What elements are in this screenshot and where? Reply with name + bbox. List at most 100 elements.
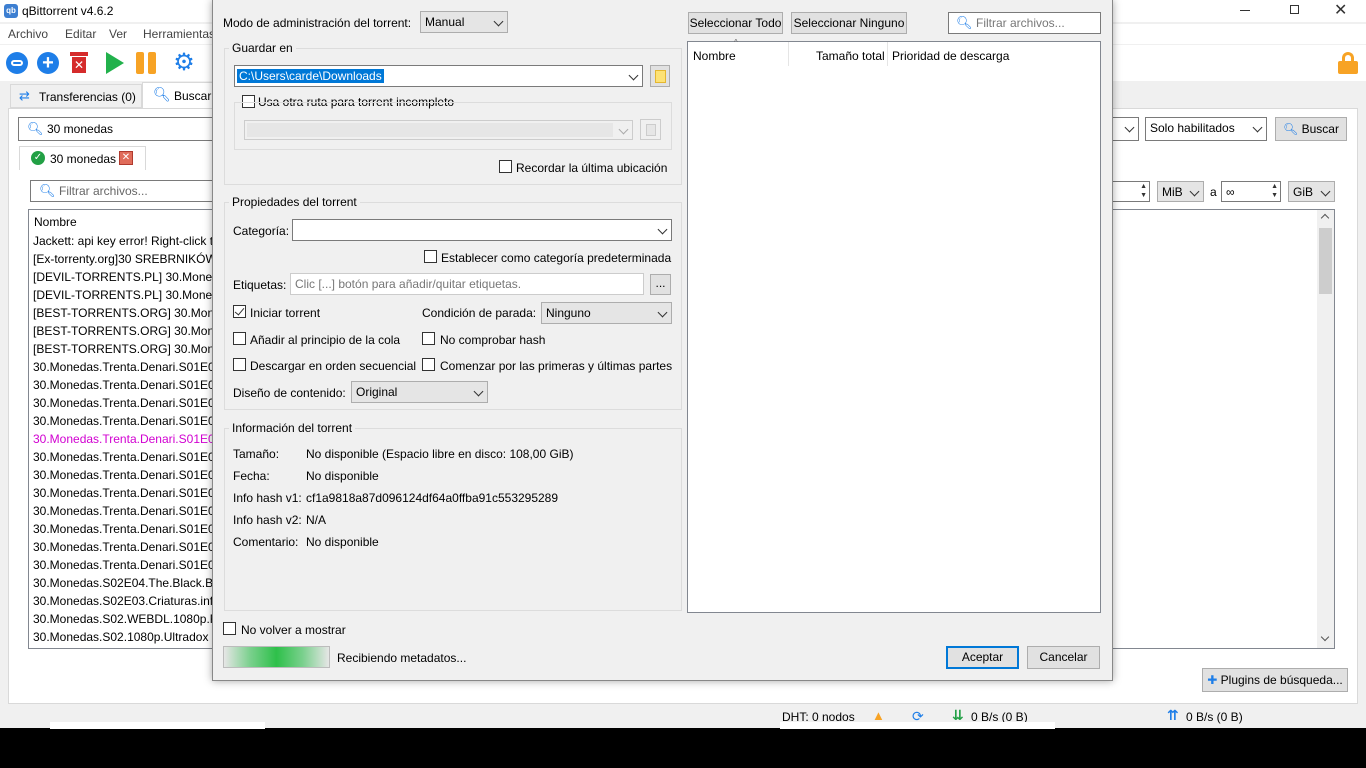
size-unit-max-select[interactable]: GiB: [1288, 181, 1335, 202]
result-row[interactable]: [BEST-TORRENTS.ORG] 30.Monedas: [33, 322, 213, 340]
stop-condition-label: Condición de parada:: [422, 306, 537, 320]
minimize-icon[interactable]: [1240, 10, 1250, 11]
column-header-name[interactable]: Nombre: [34, 215, 77, 229]
tab-search[interactable]: 🔍︎ Buscar: [142, 82, 214, 109]
skip-hash-checkbox[interactable]: [422, 332, 435, 345]
search-button[interactable]: 🔍︎ Buscar: [1275, 117, 1347, 141]
results-filter-input[interactable]: 🔍︎ Filtrar archivos...: [30, 180, 218, 202]
result-row[interactable]: 30.Monedas.Trenta.Denari.S01E04.: [33, 466, 213, 484]
results-scrollbar[interactable]: [1317, 210, 1334, 648]
select-none-button[interactable]: Seleccionar Ninguno: [791, 12, 907, 34]
search-plugins-button[interactable]: ✚ Plugins de búsqueda...: [1202, 668, 1348, 692]
incomplete-browse-button[interactable]: [640, 119, 661, 140]
lock-icon[interactable]: [1338, 52, 1358, 74]
result-tab[interactable]: ✓ 30 monedas ✕: [19, 146, 146, 170]
menu-ver[interactable]: Ver: [109, 27, 127, 41]
category-select[interactable]: [1110, 117, 1139, 141]
accept-button[interactable]: Aceptar: [946, 646, 1019, 669]
size-unit-min-select[interactable]: MiB: [1157, 181, 1204, 202]
menu-herramientas[interactable]: Herramientas: [143, 27, 215, 41]
column-header-name[interactable]: Nombre: [693, 49, 736, 63]
result-row[interactable]: Jackett: api key error! Right-click th: [33, 232, 213, 250]
spin-arrows-icon[interactable]: ▲ ▼: [1271, 182, 1278, 200]
result-row[interactable]: 30.Monedas.Trenta.Denari.S01E03.: [33, 502, 213, 520]
edit-tags-button[interactable]: ...: [650, 274, 671, 295]
result-row[interactable]: 30.Monedas.S02E03.Criaturas.infer: [33, 592, 213, 610]
info-date-key: Fecha:: [233, 469, 270, 483]
result-row[interactable]: 30.Monedas.S02E04.The.Black.Boo: [33, 574, 213, 592]
result-row[interactable]: 30.Monedas.Trenta.Denari.S01E06.: [33, 412, 213, 430]
result-row[interactable]: 30.Monedas.S02.1080p.Ultradox: [33, 628, 213, 646]
alt-speed-icon[interactable]: ▲: [872, 708, 885, 723]
files-table[interactable]: Nombre ^ Tamaño total Prioridad de desca…: [687, 38, 1101, 613]
search-icon: 🔍︎: [1283, 122, 1299, 136]
dont-show-again-checkbox[interactable]: [223, 622, 236, 635]
menu-editar[interactable]: Editar: [65, 27, 96, 41]
size-min-input[interactable]: ▲ ▼: [1110, 181, 1150, 202]
result-row[interactable]: [BEST-TORRENTS.ORG] 30.Monedas: [33, 304, 213, 322]
result-row[interactable]: 30.Monedas.Trenta.Denari.S01E03.: [33, 484, 213, 502]
scroll-thumb[interactable]: [1319, 228, 1332, 294]
management-mode-label: Modo de administración del torrent:: [223, 16, 412, 30]
files-filter-input[interactable]: 🔍︎ Filtrar archivos...: [948, 12, 1101, 34]
app-logo-icon: qb: [4, 4, 18, 18]
scroll-down-icon[interactable]: [1320, 632, 1330, 642]
column-header-size[interactable]: Tamaño total: [816, 49, 885, 63]
cancel-button[interactable]: Cancelar: [1027, 646, 1100, 669]
column-divider: [788, 42, 789, 66]
result-row[interactable]: [DEVIL-TORRENTS.PL] 30.Monedas: [33, 286, 213, 304]
close-tab-icon[interactable]: ✕: [119, 151, 133, 165]
delete-icon[interactable]: ✕: [68, 52, 90, 74]
first-last-checkbox[interactable]: [422, 358, 435, 371]
result-row[interactable]: 30.Monedas.Trenta.Denari.S01E06.: [33, 430, 213, 448]
result-row[interactable]: 30.Monedas.Trenta.Denari.S01E07.: [33, 376, 213, 394]
result-row[interactable]: [BEST-TORRENTS.ORG] 30.Monedas: [33, 340, 213, 358]
tags-input[interactable]: Clic [...] botón para añadir/quitar etiq…: [290, 273, 644, 295]
result-row[interactable]: [Ex-torrenty.org]30 SREBRNIKÓW -: [33, 250, 213, 268]
result-row[interactable]: 30.Monedas.Trenta.Denari.S01E07.: [33, 394, 213, 412]
content-layout-label: Diseño de contenido:: [233, 386, 346, 400]
window-title: qBittorrent v4.6.2: [22, 4, 114, 18]
scroll-up-icon[interactable]: [1320, 213, 1330, 223]
result-row[interactable]: 30.Monedas.Trenta.Denari.S01E05.: [33, 448, 213, 466]
save-path-select[interactable]: C:\Users\carde\Downloads: [234, 65, 643, 87]
check-circle-icon: ✓: [31, 151, 45, 165]
info-hash-v1-value: cf1a9818a87d096124df64a0ffba91c553295289: [306, 491, 559, 505]
result-row[interactable]: 30.Monedas.Trenta.Denari.S01E02.: [33, 520, 213, 538]
add-torrent-icon[interactable]: +: [37, 52, 59, 74]
options-gear-icon[interactable]: ⚙: [173, 51, 195, 75]
restore-icon[interactable]: [1290, 5, 1299, 14]
size-max-input[interactable]: ∞ ▲ ▼: [1221, 181, 1281, 202]
remember-location-checkbox[interactable]: [499, 160, 512, 173]
result-row[interactable]: 30.Monedas.Trenta.Denari.S01E01.: [33, 556, 213, 574]
stop-condition-select[interactable]: Ninguno: [541, 302, 672, 324]
tab-transfers[interactable]: ⇄ Transferencias (0): [10, 84, 142, 108]
tags-label: Etiquetas:: [233, 278, 287, 292]
pause-icon[interactable]: [136, 52, 158, 74]
category-select[interactable]: [292, 219, 672, 241]
incomplete-path-select[interactable]: [244, 120, 633, 140]
add-link-icon[interactable]: [6, 52, 28, 74]
result-row[interactable]: 30.Monedas.Trenta.Denari.S01E01.: [33, 538, 213, 556]
top-queue-checkbox[interactable]: [233, 332, 246, 345]
resume-icon[interactable]: [106, 52, 124, 74]
management-mode-select[interactable]: Manual: [420, 11, 508, 33]
browse-folder-button[interactable]: [650, 65, 670, 87]
content-layout-select[interactable]: Original: [351, 381, 488, 403]
result-row[interactable]: [DEVIL-TORRENTS.PL] 30.Monedas: [33, 268, 213, 286]
upload-speed[interactable]: 0 B/s (0 B): [1186, 710, 1243, 724]
default-category-checkbox[interactable]: [424, 250, 437, 263]
spin-arrows-icon[interactable]: ▲ ▼: [1140, 182, 1147, 200]
column-header-priority[interactable]: Prioridad de descarga: [892, 49, 1009, 63]
search-input[interactable]: 🔍︎ 30 monedas: [18, 117, 218, 141]
result-row[interactable]: 30.Monedas.S02.WEBDL.1080p.Rus: [33, 610, 213, 628]
dont-show-again-label: No volver a mostrar: [241, 623, 346, 637]
close-icon[interactable]: ✕: [1334, 0, 1347, 20]
result-row[interactable]: 30.Monedas.Trenta.Denari.S01E08.: [33, 358, 213, 376]
menu-archivo[interactable]: Archivo: [8, 27, 48, 41]
sequential-checkbox[interactable]: [233, 358, 246, 371]
select-all-button[interactable]: Seleccionar Todo: [688, 12, 783, 34]
start-torrent-checkbox[interactable]: [233, 305, 246, 318]
plugin-scope-select[interactable]: Solo habilitados: [1145, 117, 1267, 141]
properties-group-title: Propiedades del torrent: [229, 195, 360, 209]
